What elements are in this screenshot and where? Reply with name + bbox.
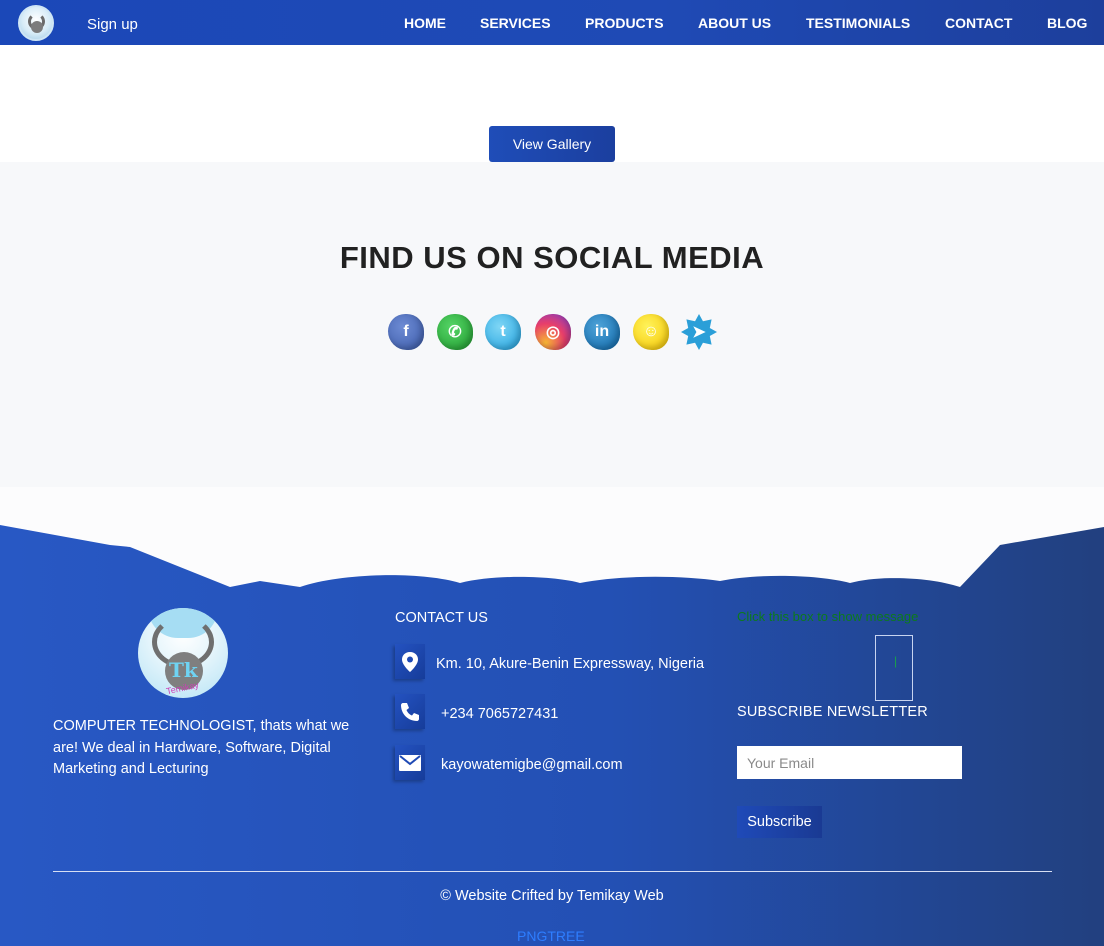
nav-about-link[interactable]: ABOUT US — [698, 15, 771, 31]
contact-title: CONTACT US — [395, 610, 488, 626]
twitter-icon[interactable]: t — [485, 314, 521, 350]
message-box-char: | — [894, 654, 898, 668]
message-box[interactable]: | — [875, 635, 913, 701]
pngtree-credit-link[interactable]: PNGTREE — [517, 928, 585, 944]
telegram-icon[interactable]: ➤ — [681, 314, 717, 350]
nav-home-link[interactable]: HOME — [404, 15, 446, 31]
logo-letters: Tk — [169, 658, 198, 682]
nav-services-link[interactable]: SERVICES — [480, 15, 551, 31]
footer-about-text: COMPUTER TECHNOLOGIST, thats what we are… — [53, 718, 350, 777]
location-pin-icon — [395, 644, 425, 679]
social-section-title: FIND US ON SOCIAL MEDIA — [339, 240, 765, 275]
facebook-icon[interactable]: f — [388, 314, 424, 350]
contact-email[interactable]: kayowatemigbe@gmail.com — [441, 757, 623, 773]
nav-blog-link[interactable]: BLOG — [1047, 15, 1087, 31]
whatsapp-icon[interactable]: ✆ — [437, 314, 473, 350]
navbar: Sign up HOME SERVICES PRODUCTS ABOUT US … — [0, 0, 1104, 45]
message-toggle-text[interactable]: Click this box to show message — [737, 609, 918, 624]
nav-contact-link[interactable]: CONTACT — [945, 15, 1012, 31]
envelope-icon — [395, 745, 425, 780]
footer-divider — [53, 871, 1052, 872]
nav-products-link[interactable]: PRODUCTS — [585, 15, 664, 31]
view-gallery-button[interactable]: View Gallery — [489, 126, 615, 162]
footer-logo: Tk Temikay — [138, 608, 228, 698]
subscribe-title: SUBSCRIBE NEWSLETTER — [737, 704, 928, 720]
contact-address: Km. 10, Akure-Benin Expressway, Nigeria — [436, 656, 705, 672]
nav-testimonials-link[interactable]: TESTIMONIALS — [806, 15, 910, 31]
phone-icon — [395, 694, 425, 729]
logo-icon[interactable] — [18, 5, 54, 41]
linkedin-icon[interactable]: in — [584, 314, 620, 350]
contact-phone[interactable]: +234 7065727431 — [441, 706, 558, 722]
newsletter-email-input[interactable] — [737, 746, 962, 779]
snapchat-icon[interactable]: ☺ — [633, 314, 669, 350]
copyright-text: © Website Crifted by Temikay Web — [440, 888, 664, 904]
subscribe-button[interactable]: Subscribe — [737, 806, 822, 838]
signup-link[interactable]: Sign up — [87, 16, 138, 33]
instagram-icon[interactable]: ◎ — [535, 314, 571, 350]
social-media-section: FIND US ON SOCIAL MEDIA f ✆ t ◎ in ☺ ➤ — [0, 162, 1104, 487]
